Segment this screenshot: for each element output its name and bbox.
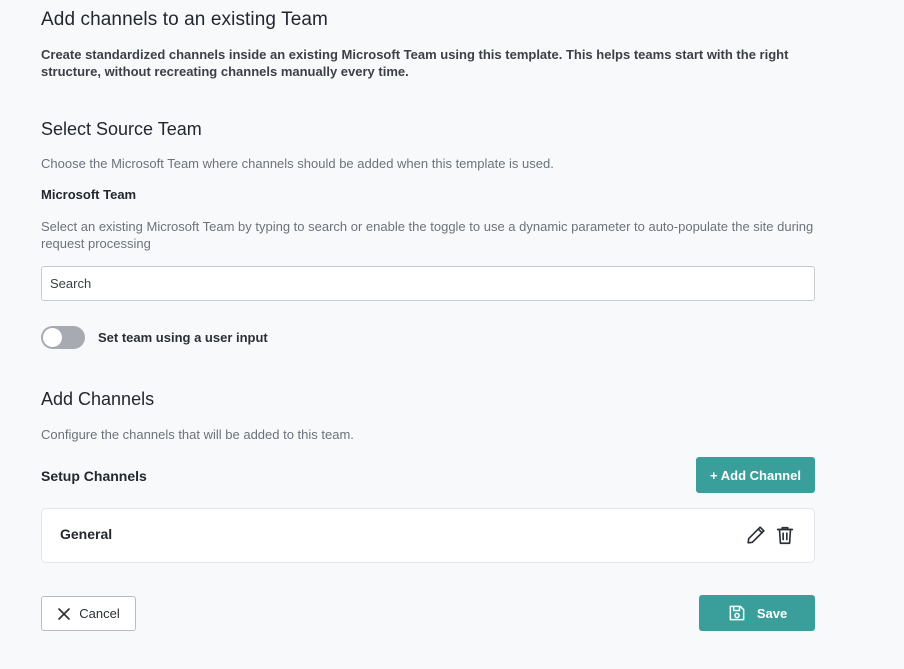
user-input-toggle[interactable] bbox=[41, 326, 85, 349]
team-search-input[interactable] bbox=[41, 266, 815, 301]
cancel-button[interactable]: Cancel bbox=[41, 596, 136, 631]
setup-channels-label: Setup Channels bbox=[41, 468, 147, 484]
source-team-heading: Select Source Team bbox=[41, 119, 202, 139]
add-channels-heading: Add Channels bbox=[41, 389, 155, 409]
add-channels-description: Configure the channels that will be adde… bbox=[41, 427, 354, 442]
add-channel-button[interactable]: + Add Channel bbox=[696, 457, 815, 493]
toggle-knob bbox=[43, 328, 62, 347]
channel-card: General bbox=[41, 508, 815, 563]
close-icon bbox=[58, 607, 71, 620]
pencil-icon bbox=[747, 526, 765, 544]
page-description: Create standardized channels inside an e… bbox=[41, 47, 789, 79]
microsoft-team-help: Select an existing Microsoft Team by typ… bbox=[41, 219, 814, 251]
trash-icon bbox=[776, 526, 794, 545]
delete-channel-button[interactable] bbox=[774, 524, 798, 548]
channel-name: General bbox=[60, 526, 113, 542]
save-icon bbox=[729, 605, 745, 621]
edit-channel-button[interactable] bbox=[745, 524, 769, 548]
microsoft-team-label: Microsoft Team bbox=[41, 187, 137, 202]
save-button[interactable]: Save bbox=[699, 595, 815, 631]
save-label: Save bbox=[756, 605, 788, 621]
cancel-label: Cancel bbox=[79, 606, 120, 621]
source-team-description: Choose the Microsoft Team where channels… bbox=[41, 156, 554, 171]
page-title: Add channels to an existing Team bbox=[41, 9, 328, 30]
template-form: Add channels to an existing Team Create … bbox=[0, 0, 904, 669]
user-input-toggle-label: Set team using a user input bbox=[98, 330, 268, 345]
